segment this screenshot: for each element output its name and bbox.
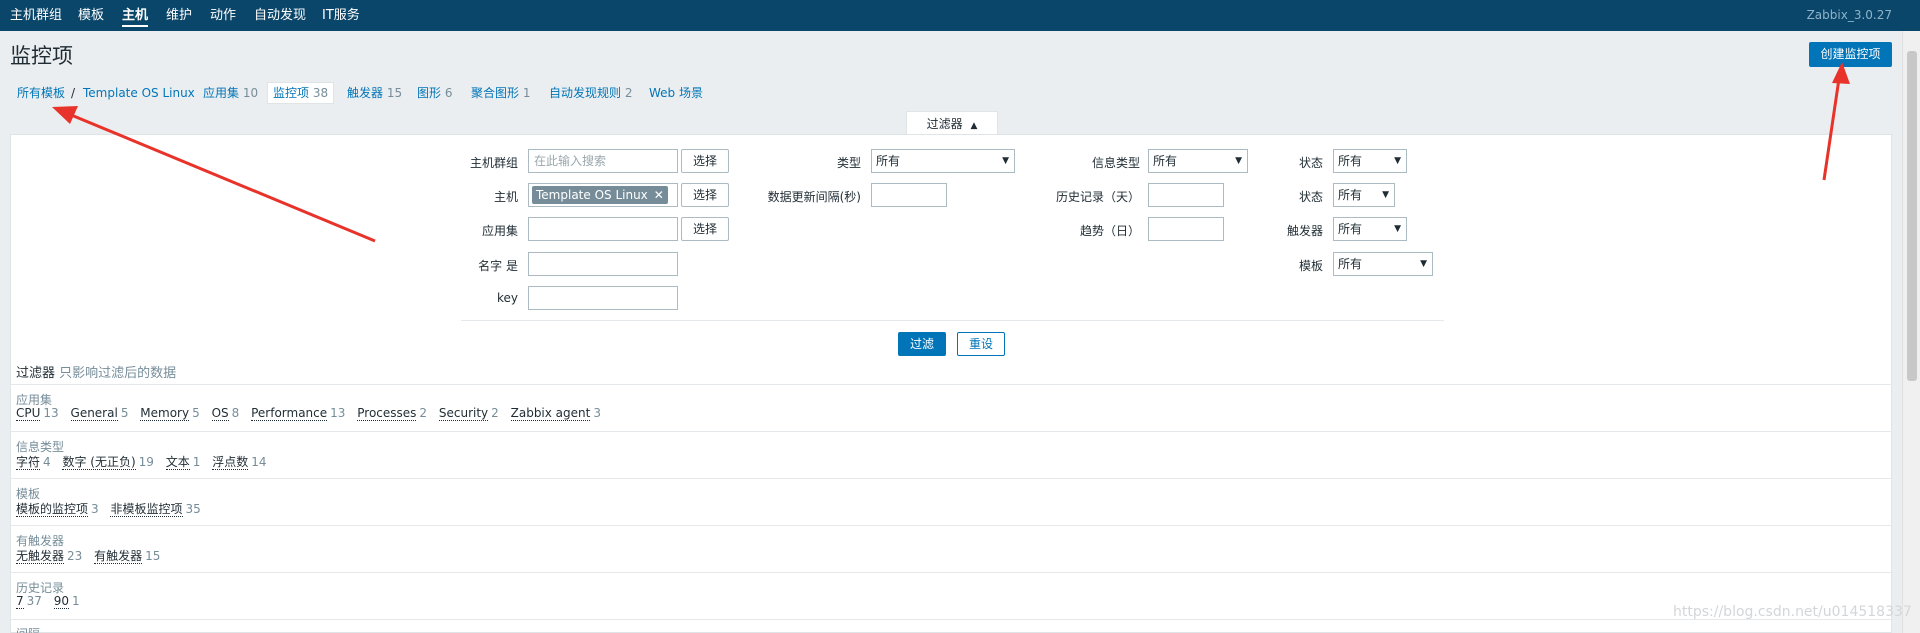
arrow-shaft	[63, 110, 376, 243]
arrow-shaft	[1822, 71, 1842, 181]
arrow-to-breadcrumb	[52, 106, 376, 243]
annotation-arrows	[52, 62, 1850, 243]
arrowhead-icon	[1832, 62, 1850, 84]
arrow-to-create-button	[1822, 62, 1850, 181]
